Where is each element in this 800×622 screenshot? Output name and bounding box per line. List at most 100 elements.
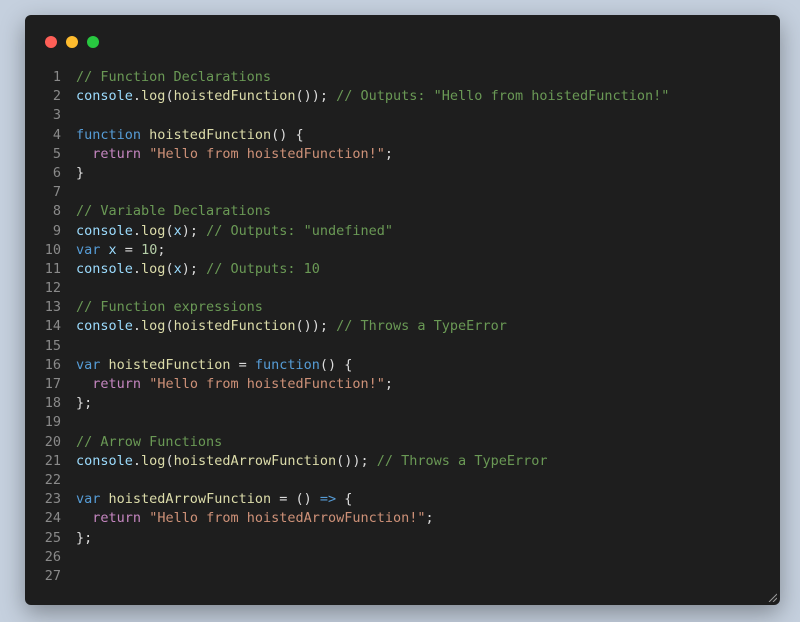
code-line: 10 var x = 10;: [25, 241, 780, 260]
code-token-text: (: [165, 222, 174, 239]
code-line: 2 console.log(hoistedFunction()); // Outp…: [25, 87, 780, 106]
line-number: 14: [44, 318, 61, 335]
line-number: 16: [44, 356, 61, 373]
code-line: 20 // Arrow Functions: [25, 433, 780, 452]
code-token-text: ());: [295, 318, 337, 335]
code-token-text: (: [165, 260, 174, 277]
code-token-text: .: [132, 222, 142, 239]
code-token-number: 10: [141, 241, 158, 258]
line-number: 26: [44, 548, 61, 565]
line-number: 24: [44, 510, 61, 527]
code-token-text: (: [165, 88, 174, 105]
window-titlebar: [25, 15, 780, 67]
code-line: 5 return "Hello from hoistedFunction!";: [25, 145, 780, 164]
code-token-string: "Hello from hoistedFunction!": [149, 145, 385, 162]
code-token-string: "Hello from hoistedArrowFunction!": [149, 510, 426, 527]
code-token-string: "Hello from hoistedFunction!": [149, 376, 385, 392]
line-number: 10: [44, 241, 61, 258]
code-line: 21 console.log(hoistedArrowFunction()); /…: [25, 452, 780, 471]
code-token-function: hoistedFunction: [173, 318, 296, 335]
code-line: 3: [25, 106, 780, 125]
code-token-function: hoistedArrowFunction: [108, 491, 272, 508]
code-token-function: log: [141, 222, 166, 239]
line-number: 2: [52, 88, 61, 105]
code-token-text: (: [165, 452, 174, 469]
code-line: 6}: [25, 164, 780, 183]
line-number: 5: [52, 145, 61, 162]
code-line: 13 // Function expressions: [25, 298, 780, 317]
code-token-function: hoistedFunction: [108, 356, 231, 373]
code-token-comment: // Throws a TypeError: [336, 318, 507, 335]
code-token-function: hoistedFunction: [149, 126, 272, 143]
code-line: 14 console.log(hoistedFunction()); // Thr…: [25, 317, 780, 336]
code-line: 9 console.log(x); // Outputs: "undefined": [25, 222, 780, 241]
code-line: 27: [25, 567, 780, 586]
code-token-text: );: [181, 222, 207, 239]
line-number: 7: [52, 184, 61, 201]
code-line: 22: [25, 471, 780, 490]
code-line: 23 var hoistedArrowFunction = () => {: [25, 490, 780, 509]
code-token-text: );: [181, 260, 207, 277]
code-token-comment: // Outputs: "Hello from hoistedFunction!…: [336, 88, 670, 105]
code-token-text: };: [76, 395, 93, 412]
code-token-text: {: [336, 491, 353, 508]
code-token-variable: x: [173, 222, 182, 239]
code-token-keyword-blue: var: [76, 356, 101, 373]
code-token-text: .: [132, 260, 142, 277]
code-token-text: ());: [295, 88, 337, 105]
code-token-comment: // Arrow Functions: [76, 433, 223, 450]
code-line: 25};: [25, 529, 780, 548]
line-number: 21: [44, 452, 61, 469]
code-token-comment: // Outputs: "undefined": [206, 222, 394, 239]
code-token-text: () {: [271, 126, 304, 143]
code-token-comment: // Throws a TypeError: [376, 452, 548, 469]
code-line: 15: [25, 337, 780, 356]
minimize-window-button[interactable]: [66, 36, 78, 48]
code-token-keyword-purple: return: [92, 376, 142, 392]
code-line: 12: [25, 279, 780, 298]
code-token-keyword-blue: function: [254, 356, 320, 373]
resize-grip-icon[interactable]: [767, 592, 777, 602]
code-token-text: };: [76, 529, 93, 546]
line-number: 9: [52, 222, 61, 239]
code-token-text: .: [132, 88, 142, 105]
line-number: 23: [44, 491, 61, 508]
code-line: 26: [25, 548, 780, 567]
line-number: 18: [44, 395, 61, 412]
code-token-variable: x: [173, 260, 182, 277]
line-number: 8: [52, 203, 61, 220]
code-line: 18};: [25, 394, 780, 413]
code-editor[interactable]: 1// Function Declarations 2 console.log(ho…: [25, 68, 780, 586]
code-line: 16 var hoistedFunction = function() {: [25, 356, 780, 375]
code-token-variable: console: [76, 260, 133, 277]
code-token-variable: console: [76, 452, 133, 469]
line-number: 22: [44, 471, 61, 488]
line-number: 20: [44, 433, 61, 450]
code-token-text: ;: [384, 376, 394, 392]
code-line: 19: [25, 413, 780, 432]
line-number: 13: [44, 299, 61, 316]
code-token-text: =: [116, 241, 142, 258]
code-token-function: log: [141, 260, 166, 277]
code-token-comment: // Function Declarations: [76, 69, 272, 85]
close-window-button[interactable]: [45, 36, 57, 48]
line-number: 19: [44, 414, 61, 431]
code-token-function: log: [141, 318, 166, 335]
maximize-window-button[interactable]: [87, 36, 99, 48]
code-token-comment: // Function expressions: [76, 299, 263, 316]
code-token-text: = (): [271, 491, 320, 508]
code-token-text: ;: [384, 145, 394, 162]
code-token-keyword-blue: var: [76, 491, 101, 508]
line-number: 11: [44, 260, 61, 277]
line-number: 3: [52, 107, 61, 124]
code-token-keyword-purple: return: [92, 510, 142, 527]
line-number: 25: [44, 529, 61, 546]
code-line: 1 // Function Declarations: [25, 68, 780, 87]
